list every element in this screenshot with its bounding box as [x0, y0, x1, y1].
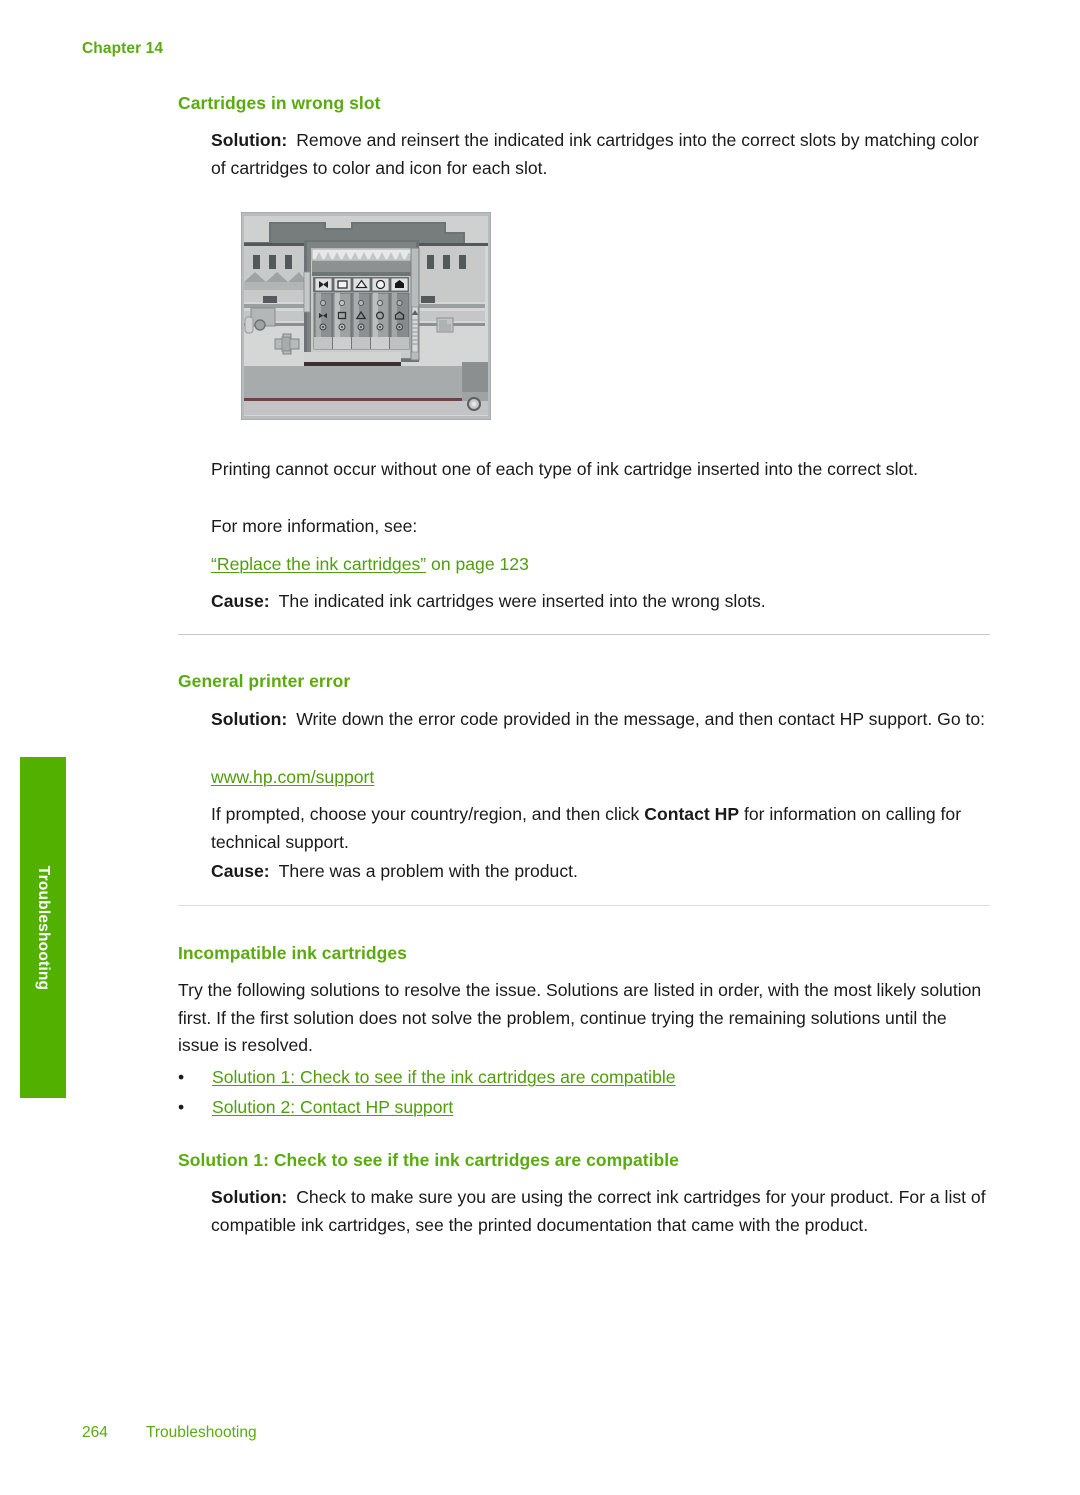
solution-text: Remove and reinsert the indicated ink ca… [211, 130, 979, 178]
footer-section-name: Troubleshooting [146, 1424, 257, 1441]
ink-cartridges [313, 292, 410, 350]
paragraph-cause-1: Cause: The indicated ink cartridges were … [211, 588, 991, 616]
cause-label: Cause: [211, 861, 270, 881]
paragraph-cause-2: Cause: There was a problem with the produ… [211, 858, 991, 886]
section-divider-2 [178, 905, 990, 906]
heading-cartridges-in-wrong-slot: Cartridges in wrong slot [178, 93, 381, 113]
paragraph-printing-cannot-occur: Printing cannot occur without one of eac… [211, 459, 919, 479]
page-footer: 264 Troubleshooting [82, 1424, 257, 1442]
solution-text: Write down the error code provided in th… [296, 709, 986, 729]
cross-reference-page: on page 123 [426, 554, 529, 574]
side-thumb-tab: Troubleshooting [20, 757, 66, 1098]
paragraph-if-prompted: If prompted, choose your country/region,… [211, 801, 991, 856]
bullet-marker: • [178, 1097, 185, 1117]
link-solution-2[interactable]: Solution 2: Contact HP support [212, 1092, 453, 1122]
paragraph-for-more-information: For more information, see: [211, 516, 418, 536]
paragraph-try-the-following: Try the following solutions to resolve t… [178, 980, 982, 1055]
cause-text: The indicated ink cartridges were insert… [278, 591, 766, 611]
solution-label: Solution: [211, 709, 288, 729]
figure-printer-carriage [241, 212, 491, 420]
paragraph-solution-1: Solution: Remove and reinsert the indicat… [211, 127, 991, 182]
heading-general-printer-error: General printer error [178, 671, 351, 691]
link-replace-the-ink-cartridges[interactable]: “Replace the ink cartridges” [211, 554, 426, 574]
section-divider-1 [178, 634, 990, 635]
document-page: Chapter 14 Troubleshooting Cartridges in… [0, 0, 1080, 1495]
slot-icon-bar [313, 277, 409, 292]
link-solution-1[interactable]: Solution 1: Check to see if the ink cart… [212, 1062, 676, 1092]
solution-label: Solution: [211, 130, 288, 150]
side-thumb-tab-label: Troubleshooting [35, 865, 52, 990]
footer-page-number: 264 [82, 1424, 108, 1441]
bullet-marker: • [178, 1067, 185, 1087]
link-hp-support-url[interactable]: www.hp.com/support [211, 767, 374, 787]
support-url-line: www.hp.com/support [211, 764, 991, 792]
cause-label: Cause: [211, 591, 270, 611]
contact-hp-bold: Contact HP [644, 804, 740, 824]
printer-carriage-illustration [241, 212, 491, 420]
if-prompted-pre: If prompted, choose your country/region,… [211, 804, 645, 824]
paragraph-solution-2: Solution: Write down the error code provi… [211, 706, 991, 734]
heading-incompatible-ink-cartridges: Incompatible ink cartridges [178, 943, 407, 963]
list-item[interactable]: • Solution 2: Contact HP support [178, 1092, 990, 1122]
list-item[interactable]: • Solution 1: Check to see if the ink ca… [178, 1062, 990, 1092]
cause-text: There was a problem with the product. [278, 861, 578, 881]
solution-link-list: • Solution 1: Check to see if the ink ca… [178, 1062, 990, 1122]
solution-text: Check to make sure you are using the cor… [211, 1187, 986, 1235]
cross-reference-line: “Replace the ink cartridges” on page 123 [211, 551, 991, 579]
solution-label: Solution: [211, 1187, 288, 1207]
heading-solution-1: Solution 1: Check to see if the ink cart… [178, 1150, 679, 1170]
chapter-running-header: Chapter 14 [82, 40, 164, 57]
paragraph-solution-3: Solution: Check to make sure you are usin… [211, 1184, 991, 1239]
